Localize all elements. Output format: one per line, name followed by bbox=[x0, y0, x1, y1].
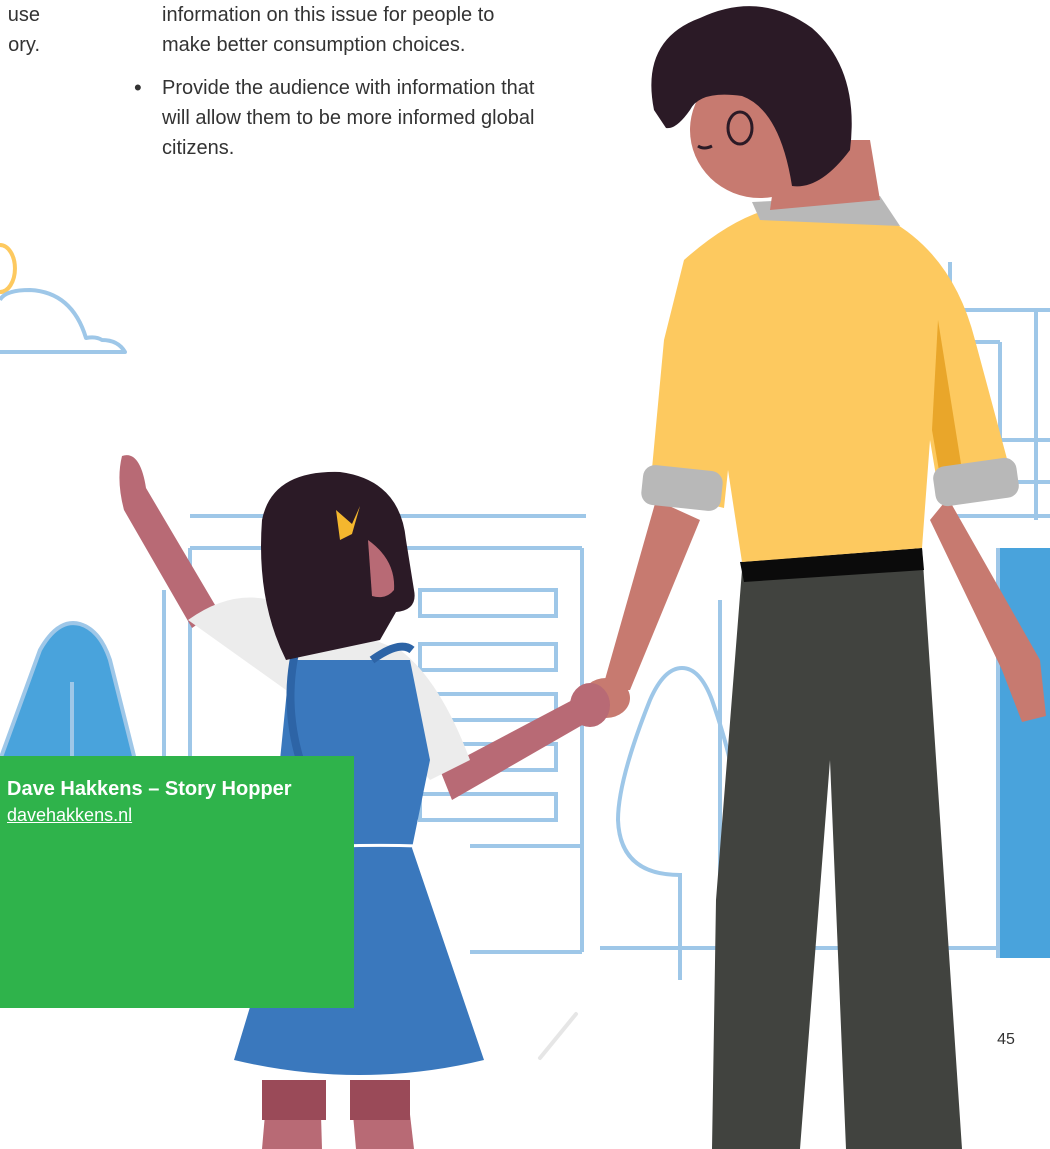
left-column-text-fragment: use ory. bbox=[0, 0, 40, 60]
credit-box: Dave Hakkens – Story Hopper davehakkens.… bbox=[0, 756, 354, 1008]
list-item: • information on this issue for people t… bbox=[128, 0, 548, 60]
tree-left bbox=[0, 621, 138, 762]
left-line-1: use bbox=[7, 4, 40, 26]
cloud-icon bbox=[0, 288, 127, 354]
left-line-2: ory. bbox=[8, 34, 40, 56]
bullet-icon: • bbox=[134, 75, 142, 100]
page-number: 45 bbox=[997, 1031, 1015, 1048]
bullet-list: • information on this issue for people t… bbox=[128, 0, 548, 176]
credit-title: Dave Hakkens – Story Hopper bbox=[7, 778, 292, 800]
list-item-text: information on this issue for people to … bbox=[162, 4, 495, 56]
ground-mark bbox=[538, 1012, 578, 1060]
sun-arc bbox=[0, 243, 17, 294]
list-item: • Provide the audience with information … bbox=[128, 73, 548, 163]
list-item-text: Provide the audience with information th… bbox=[162, 77, 535, 159]
father-figure bbox=[582, 6, 1046, 1149]
credit-link[interactable]: davehakkens.nl bbox=[7, 803, 132, 827]
